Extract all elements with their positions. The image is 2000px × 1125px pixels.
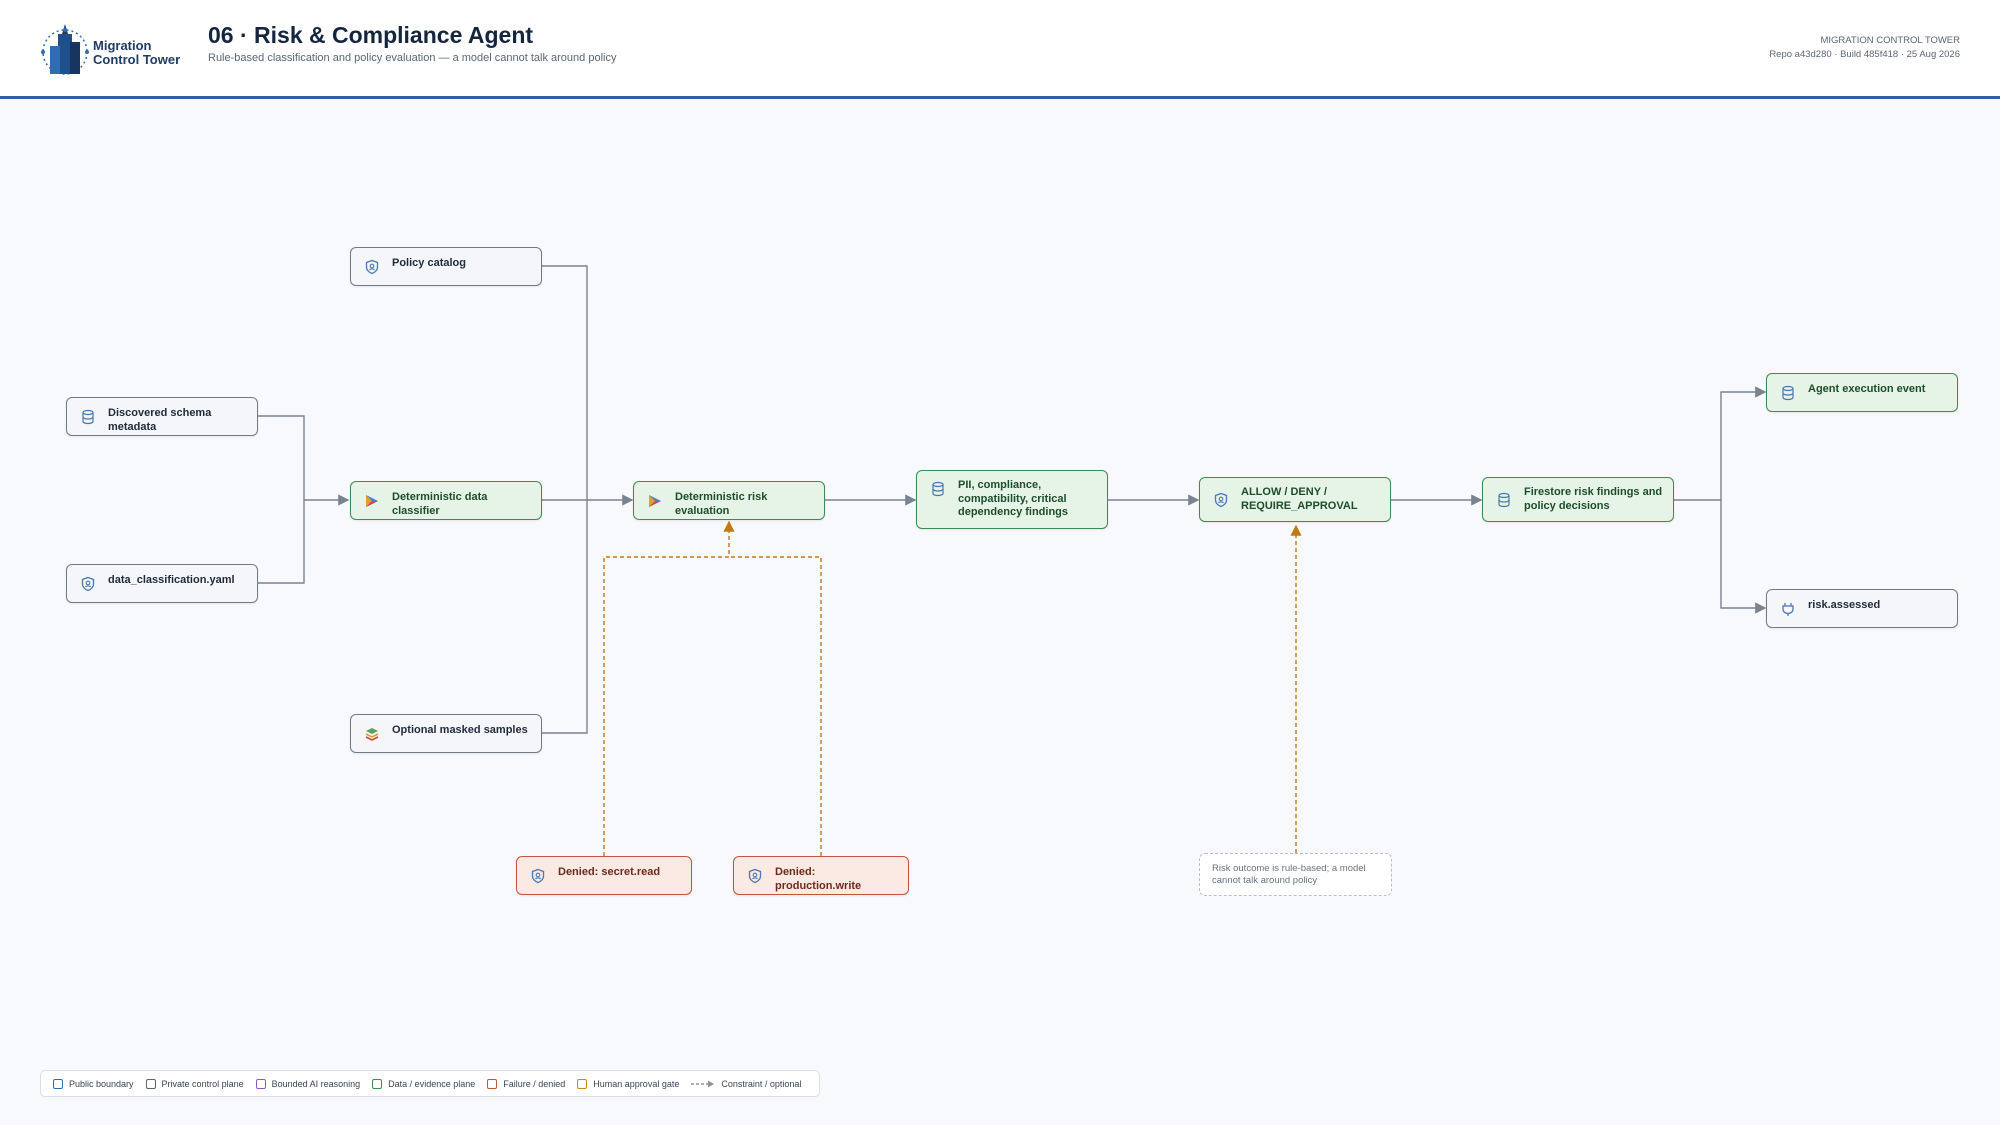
legend-swatch	[145, 1078, 156, 1089]
node-label: Agent execution event	[1808, 383, 1926, 395]
shield-icon	[363, 258, 381, 276]
execution-event-node[interactable]: Agent execution event	[1766, 373, 1958, 412]
play-icon	[646, 492, 664, 510]
legend-item: Bounded AI reasoning	[255, 1078, 360, 1089]
schema-metadata-node[interactable]: Discovered schema metadata	[66, 397, 258, 436]
database-icon	[929, 480, 947, 498]
node-label: Denied: secret.read	[558, 866, 661, 878]
layers-icon	[363, 725, 381, 743]
constraint-secret-to-risk	[603, 520, 735, 856]
note-text: Risk outcome is rule-based; a model cann…	[1212, 862, 1366, 886]
node-label: Discovered schema metadata	[108, 407, 212, 433]
node-label: Denied: production.write	[775, 866, 862, 892]
legend-swatch	[487, 1078, 498, 1089]
plug-icon	[1779, 600, 1797, 618]
shield-icon	[529, 867, 547, 885]
dashed-arrow-icon	[691, 1079, 715, 1089]
edge-firestore-to-assessed	[1720, 500, 1767, 614]
legend-item: Failure / denied	[487, 1078, 565, 1089]
edge-firestore-to-event	[1674, 386, 1767, 501]
denied-secret-read-node[interactable]: Denied: secret.read	[516, 856, 692, 895]
data-classifier-node[interactable]: Deterministic data classifier	[350, 481, 542, 520]
node-label: data_classification.yaml	[108, 574, 235, 586]
diagram-connectors	[258, 265, 1767, 856]
denied-production-write-node[interactable]: Denied: production.write	[733, 856, 909, 895]
constraint-production-to-risk	[729, 556, 822, 856]
edge-schema-to-classifier	[258, 415, 350, 506]
shield-icon	[79, 575, 97, 593]
node-label: PII, compliance, compatibility, critical…	[958, 479, 1069, 519]
legend-swatch	[255, 1078, 266, 1089]
edge-yaml-to-classifier	[258, 500, 305, 584]
firestore-node[interactable]: Firestore risk findings and policy decis…	[1482, 477, 1674, 522]
legend: Public boundary Private control plane Bo…	[40, 1070, 821, 1097]
shield-icon	[746, 867, 764, 885]
risk-evaluation-node[interactable]: Deterministic risk evaluation	[633, 481, 825, 520]
node-label: Firestore risk findings and policy decis…	[1524, 486, 1663, 512]
risk-assessed-node[interactable]: risk.assessed	[1766, 589, 1958, 628]
policy-note: Risk outcome is rule-based; a model cann…	[1199, 853, 1392, 896]
findings-node[interactable]: PII, compliance, compatibility, critical…	[916, 470, 1108, 529]
node-label: ALLOW / DENY / REQUIRE_APPROVAL	[1241, 486, 1358, 512]
policy-catalog-node[interactable]: Policy catalog	[350, 247, 542, 286]
legend-item: Human approval gate	[577, 1078, 679, 1089]
policy-decision-node[interactable]: ALLOW / DENY / REQUIRE_APPROVAL	[1199, 477, 1391, 522]
data-classification-yaml-node[interactable]: data_classification.yaml	[66, 564, 258, 603]
legend-item: Data / evidence plane	[372, 1078, 475, 1089]
database-icon	[79, 408, 97, 426]
database-icon	[1495, 491, 1513, 509]
node-label: Deterministic data classifier	[392, 491, 488, 517]
database-icon	[1779, 384, 1797, 402]
legend-item: Constraint / optional	[691, 1079, 801, 1089]
node-label: Policy catalog	[392, 257, 466, 269]
edge-samples-to-risk	[542, 500, 588, 734]
legend-swatch	[577, 1078, 588, 1089]
edge-policy-to-risk	[542, 265, 588, 500]
legend-item: Public boundary	[53, 1078, 134, 1089]
node-label: Optional masked samples	[392, 724, 528, 736]
play-icon	[363, 492, 381, 510]
legend-item: Private control plane	[145, 1078, 244, 1089]
legend-swatch	[372, 1078, 383, 1089]
shield-icon	[1212, 491, 1230, 509]
node-label: Deterministic risk evaluation	[675, 491, 768, 517]
node-label: risk.assessed	[1808, 599, 1881, 611]
masked-samples-node[interactable]: Optional masked samples	[350, 714, 542, 753]
legend-swatch	[53, 1078, 63, 1089]
